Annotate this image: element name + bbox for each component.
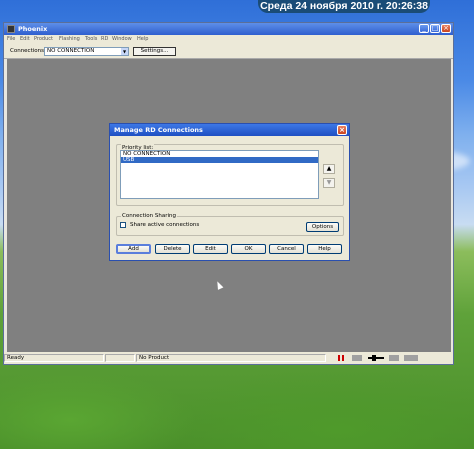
menu-rd[interactable]: RD — [101, 36, 108, 43]
red-indicator-icon — [338, 355, 340, 361]
menu-edit[interactable]: Edit — [20, 36, 30, 43]
move-up-button[interactable]: ▲ — [323, 164, 335, 174]
close-button[interactable]: × — [441, 24, 451, 33]
status-box-icon — [389, 355, 399, 361]
move-down-button[interactable]: ▼ — [323, 178, 335, 188]
menu-product[interactable]: Product — [34, 36, 53, 43]
status-product: No Product — [136, 354, 326, 362]
priority-listbox[interactable]: NO CONNECTION USB — [120, 150, 319, 199]
menu-file[interactable]: File — [7, 36, 15, 43]
connection-select[interactable]: NO CONNECTION ▼ — [44, 47, 129, 56]
menu-window[interactable]: Window — [112, 36, 132, 43]
toolbar: Connections: NO CONNECTION ▼ Settings... — [4, 44, 453, 59]
usb-cable-icon — [368, 357, 384, 359]
window-title: Phoenix — [18, 25, 48, 33]
options-button[interactable]: Options — [306, 222, 339, 232]
title-bar[interactable]: Phoenix _ □ × — [4, 23, 453, 35]
delete-button[interactable]: Delete — [155, 244, 190, 254]
manage-rd-connections-dialog: Manage RD Connections × Priority list: N… — [109, 123, 350, 261]
menu-help[interactable]: Help — [137, 36, 148, 43]
progress-indicator-icon — [352, 355, 362, 361]
status-empty-cell — [105, 354, 135, 362]
menu-bar: File Edit Product Flashing Tools RD Wind… — [4, 35, 453, 44]
app-icon — [7, 25, 15, 33]
add-button[interactable]: Add — [116, 244, 151, 254]
desktop-clock: Среда 24 ноября 2010 г. 20:26:38 — [258, 0, 430, 13]
dialog-close-button[interactable]: × — [337, 125, 347, 135]
list-item[interactable]: USB — [121, 157, 318, 163]
help-button[interactable]: Help — [307, 244, 342, 254]
connections-label: Connections: — [10, 48, 46, 54]
ok-button[interactable]: OK — [231, 244, 266, 254]
status-indicators — [334, 354, 430, 362]
status-ready: Ready — [4, 354, 104, 362]
settings-button[interactable]: Settings... — [133, 47, 176, 56]
maximize-button[interactable]: □ — [430, 24, 440, 33]
edit-button[interactable]: Edit — [193, 244, 228, 254]
connection-select-value: NO CONNECTION — [47, 48, 95, 54]
status-box-icon — [404, 355, 418, 361]
minimize-button[interactable]: _ — [419, 24, 429, 33]
cancel-button[interactable]: Cancel — [269, 244, 304, 254]
menu-flashing[interactable]: Flashing — [59, 36, 80, 43]
connection-sharing-label: Connection Sharing — [121, 212, 177, 220]
share-connections-label: Share active connections — [130, 222, 200, 228]
usb-plug-icon — [372, 355, 376, 361]
chevron-down-icon[interactable]: ▼ — [121, 48, 128, 55]
red-indicator-icon — [342, 355, 344, 361]
share-connections-checkbox[interactable] — [120, 222, 126, 228]
menu-tools[interactable]: Tools — [85, 36, 97, 43]
dialog-title: Manage RD Connections — [114, 126, 203, 134]
dialog-title-bar[interactable]: Manage RD Connections × — [110, 124, 349, 136]
status-bar: Ready No Product — [4, 352, 453, 364]
